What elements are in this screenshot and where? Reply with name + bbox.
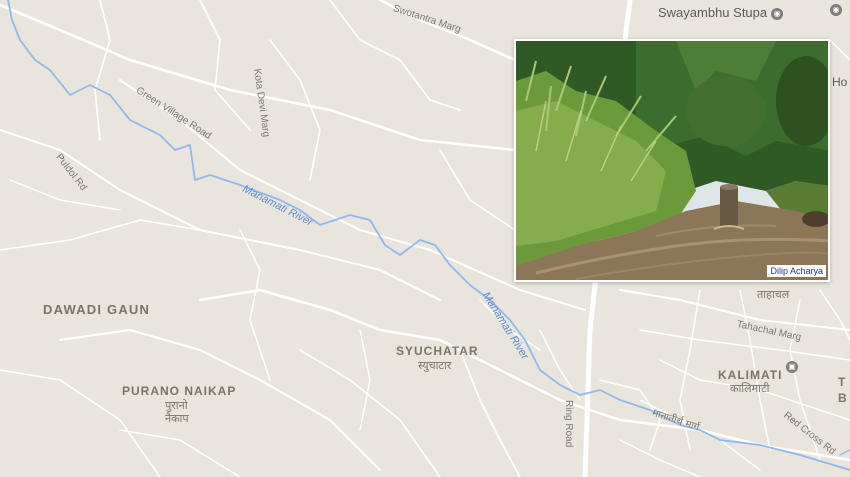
place-label-edge-t: T (838, 375, 847, 389)
kalimati-pin[interactable]: ▣ (786, 358, 798, 373)
building-pin-icon: ▣ (786, 360, 798, 373)
place-label-syuchatar-dev: स्युचाटार (418, 359, 452, 372)
poi-swayambhu-stupa[interactable]: Swayambhu Stupa ◉ (658, 5, 784, 20)
place-label-tahachal-dev: ताहाचल (757, 288, 790, 301)
place-label-kalimati: KALIMATI (718, 368, 783, 382)
place-label-dawadi-gaun: DAWADI GAUN (43, 302, 151, 317)
road-label-ring-road: Ring Road (563, 400, 574, 448)
place-label-edge-ho: Ho (832, 75, 848, 89)
place-label-syuchatar: SYUCHATAR (396, 344, 479, 358)
place-label-purano-naikap: PURANO NAIKAP (122, 384, 237, 398)
photo-credit: Dilip Acharya (767, 265, 826, 277)
place-label-purano-dev-2: नैकाप (165, 412, 189, 425)
poi-swayambhu-label: Swayambhu Stupa (658, 5, 768, 20)
place-label-edge-b: B (838, 391, 848, 405)
edge-pin-top-right: ◉ (830, 1, 842, 16)
camera-pin-icon: ◉ (771, 7, 784, 20)
river-photo-inset: Dilip Acharya (514, 39, 830, 282)
camera-pin-icon: ◉ (830, 3, 842, 16)
river-photo-image (516, 41, 828, 280)
place-label-kalimati-dev: कालिमाटी (730, 382, 770, 395)
